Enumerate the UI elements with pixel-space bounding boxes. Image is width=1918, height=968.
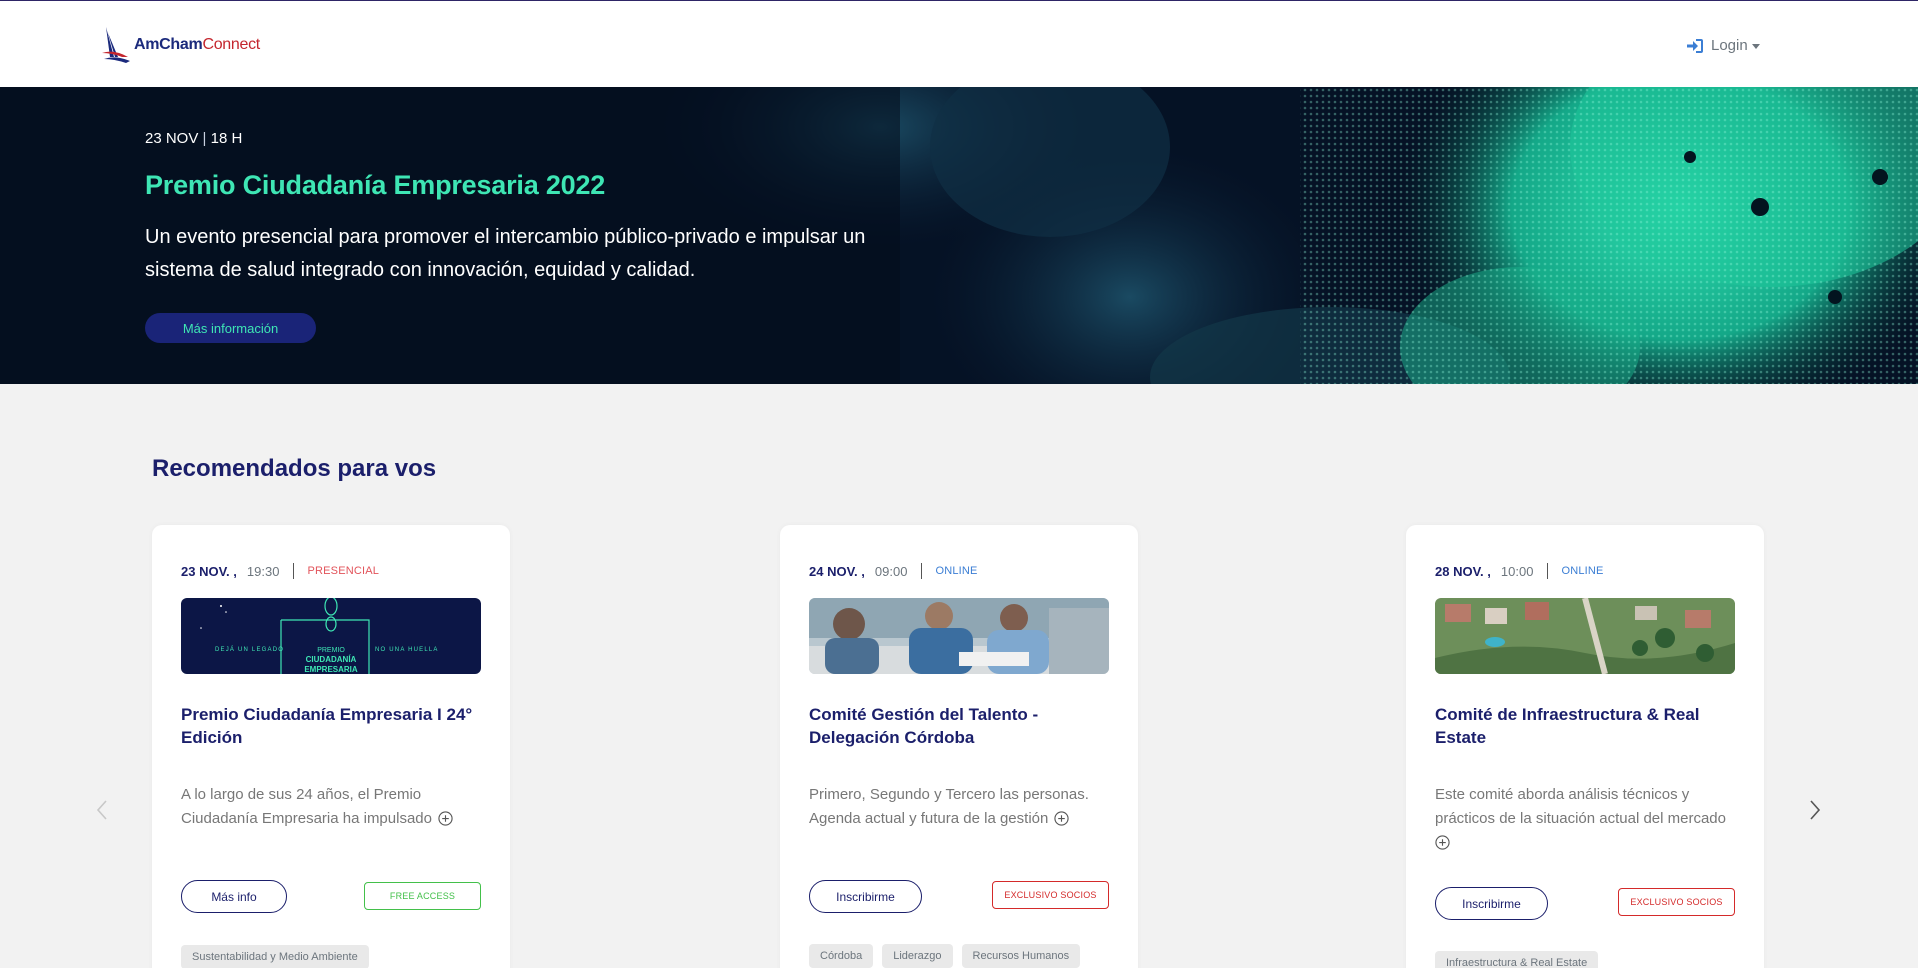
hero-date-day: 23 NOV — [145, 130, 199, 147]
tag-item[interactable]: Córdoba — [809, 944, 874, 968]
members-only-badge: EXCLUSIVO SOCIOS — [1618, 888, 1735, 916]
event-card[interactable]: 24 NOV. , 09:00 ONLINE Comité Gestión de… — [780, 525, 1138, 968]
event-description-text: A lo largo de sus 24 años, el Premio Ciu… — [181, 786, 432, 827]
event-card[interactable]: 23 NOV. , 19:30 PRESENCIAL DEJÁ UN LEGAD… — [152, 525, 510, 968]
hero-title: Premio Ciudadanía Empresaria 2022 — [145, 170, 606, 200]
event-time: 19:30 — [246, 563, 280, 579]
event-image[interactable] — [809, 598, 1109, 674]
chevron-left-icon[interactable] — [92, 798, 112, 822]
aerial-houses-image — [1435, 598, 1735, 674]
event-description: Este comité aborda análisis técnicos y p… — [1435, 783, 1735, 855]
event-date: 28 NOV. , — [1435, 563, 1491, 579]
event-title[interactable]: Comité Gestión del Talento - Delegación … — [809, 703, 1109, 749]
event-time: 09:00 — [874, 563, 908, 579]
hero-date-separator: | — [202, 130, 207, 147]
members-only-badge: EXCLUSIVO SOCIOS — [992, 881, 1109, 909]
event-description-text: Primero, Segundo y Tercero las personas.… — [809, 786, 1089, 827]
event-title[interactable]: Comité de Infraestructura & Real Estate — [1435, 703, 1735, 749]
amcham-connect-logo[interactable]: AmChamConnect — [100, 23, 260, 63]
image-text-right: NO UNA HUELLA — [375, 647, 439, 653]
hero-event-date: 23 NOV | 18 H — [145, 130, 242, 147]
event-time: 10:00 — [1500, 563, 1534, 579]
event-image[interactable] — [1435, 598, 1735, 674]
image-text-ciudadania: CIUDADANÍA — [306, 655, 357, 664]
tag-item[interactable]: Recursos Humanos — [961, 944, 1081, 968]
event-date: 24 NOV. , — [809, 563, 865, 579]
image-text-empresaria: EMPRESARIA — [304, 665, 358, 674]
sign-in-icon — [1687, 38, 1703, 53]
top-navbar: AmChamConnect Login — [0, 0, 1918, 87]
event-image[interactable]: DEJÁ UN LEGADO NO UNA HUELLA PREMIO CIUD… — [181, 598, 481, 674]
section-title-strong: Recomendados — [152, 455, 331, 482]
event-card[interactable]: 28 NOV. , 10:00 ONLINE Comité de Infraes… — [1406, 525, 1764, 968]
event-description: Primero, Segundo y Tercero las personas.… — [809, 783, 1109, 831]
tag-item[interactable]: Liderazgo — [882, 944, 953, 968]
premio-banner-image: DEJÁ UN LEGADO NO UNA HUELLA PREMIO CIUD… — [181, 598, 481, 674]
event-title[interactable]: Premio Ciudadanía Empresaria I 24° Edici… — [181, 703, 481, 749]
event-date: 23 NOV. , — [181, 563, 237, 579]
section-title-rest: para vos — [337, 455, 437, 482]
event-mode: ONLINE — [935, 565, 978, 577]
plus-circle-icon[interactable] — [438, 811, 453, 826]
free-access-badge: FREE ACCESS — [364, 882, 481, 910]
image-text-premio: PREMIO — [317, 647, 345, 654]
amcham-logo-icon — [102, 27, 130, 63]
event-meta: 28 NOV. , 10:00 ONLINE — [1435, 563, 1604, 579]
logo-wordmark: AmChamConnect — [134, 36, 260, 54]
caret-down-icon — [1751, 44, 1760, 49]
meta-divider — [1547, 563, 1549, 579]
recommended-section-title: Recomendados para vos — [152, 455, 436, 483]
plus-circle-icon[interactable] — [1435, 835, 1450, 850]
login-dropdown[interactable]: Login — [1686, 37, 1760, 54]
meeting-photo-image — [809, 598, 1109, 674]
chevron-right-icon[interactable] — [1805, 798, 1825, 822]
event-meta: 24 NOV. , 09:00 ONLINE — [809, 563, 978, 579]
hero-date-time: 18 H — [210, 130, 243, 147]
event-tags: Sustentabilidad y Medio Ambiente — [181, 945, 369, 968]
logo-text-amcham: AmCham — [134, 36, 203, 53]
more-info-card-button[interactable]: Más info — [181, 880, 287, 913]
event-meta: 23 NOV. , 19:30 PRESENCIAL — [181, 563, 379, 579]
meta-divider — [293, 563, 295, 579]
image-text-left: DEJÁ UN LEGADO — [215, 646, 284, 653]
login-label: Login — [1711, 37, 1748, 54]
logo-text-connect: Connect — [202, 36, 260, 53]
tag-item[interactable]: Sustentabilidad y Medio Ambiente — [181, 945, 369, 968]
register-button[interactable]: Inscribirme — [809, 880, 922, 913]
event-mode: ONLINE — [1561, 565, 1604, 577]
event-tags: Infraestructura & Real Estate — [1435, 951, 1599, 968]
more-info-button[interactable]: Más información — [145, 313, 316, 343]
event-mode: PRESENCIAL — [307, 565, 380, 577]
register-button[interactable]: Inscribirme — [1435, 887, 1548, 920]
tag-item[interactable]: Infraestructura & Real Estate — [1435, 951, 1599, 968]
event-description-text: Este comité aborda análisis técnicos y p… — [1435, 786, 1726, 827]
plus-circle-icon[interactable] — [1054, 811, 1069, 826]
meta-divider — [921, 563, 923, 579]
hero-banner: 23 NOV | 18 H Premio Ciudadanía Empresar… — [0, 87, 1918, 384]
hero-description: Un evento presencial para promover el in… — [145, 226, 866, 281]
event-tags: Córdoba Liderazgo Recursos Humanos — [809, 944, 1081, 968]
event-description: A lo largo de sus 24 años, el Premio Ciu… — [181, 783, 481, 831]
